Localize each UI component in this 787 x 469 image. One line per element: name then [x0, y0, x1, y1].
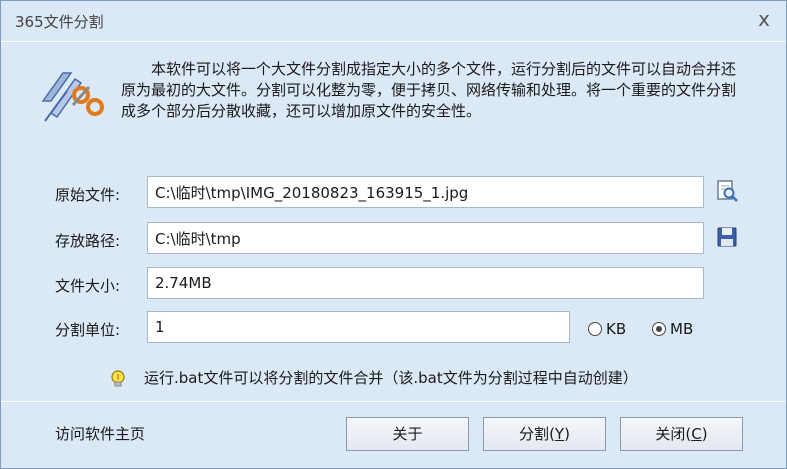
homepage-link[interactable]: 访问软件主页	[55, 423, 145, 444]
hint-text: 运行.bat文件可以将分割的文件合并（该.bat文件为分割过程中自动创建）	[144, 369, 638, 387]
close-button-label: 关闭	[655, 425, 686, 443]
close-hotkey: C	[691, 425, 702, 443]
file-size-label: 文件大小:	[55, 277, 121, 295]
split-unit-label: 分割单位:	[55, 321, 121, 339]
browse-file-icon[interactable]	[715, 179, 739, 203]
close-icon[interactable]: x	[752, 7, 776, 31]
unit-mb-radio[interactable]: MB	[652, 319, 693, 339]
split-hotkey: Y	[554, 425, 565, 443]
close-button[interactable]: 关闭(C)	[620, 417, 743, 451]
source-file-input[interactable]	[147, 176, 704, 208]
description-text: 本软件可以将一个大文件分割成指定大小的多个文件，运行分割后的文件可以自动合并还原…	[121, 60, 737, 120]
destination-label: 存放路径:	[55, 232, 121, 250]
destination-input[interactable]	[147, 222, 704, 254]
split-dialog: 365文件分割 x 本软件可以将一个大文件分割成指定大小的多个文件，运行分割后的…	[0, 0, 787, 469]
floppy-disk-icon[interactable]	[715, 225, 739, 249]
split-unit-input[interactable]	[147, 311, 570, 343]
radio-kb-circle	[588, 322, 602, 336]
title-divider	[1, 41, 786, 42]
about-button-label: 关于	[392, 425, 423, 443]
source-file-label: 原始文件:	[55, 186, 121, 204]
title-bar: 365文件分割 x	[1, 1, 786, 39]
split-button[interactable]: 分割(Y)	[483, 417, 606, 451]
unit-kb-radio[interactable]: KB	[588, 319, 626, 339]
scissors-file-icon	[41, 72, 104, 122]
file-size-field	[147, 267, 704, 299]
radio-kb-label: KB	[606, 320, 627, 338]
radio-mb-circle	[652, 322, 666, 336]
window-title: 365文件分割	[15, 13, 104, 31]
split-button-label: 分割	[519, 425, 550, 443]
lightbulb-icon	[111, 370, 125, 387]
footer-divider	[1, 401, 786, 402]
radio-mb-label: MB	[670, 320, 694, 338]
about-button[interactable]: 关于	[346, 417, 469, 451]
